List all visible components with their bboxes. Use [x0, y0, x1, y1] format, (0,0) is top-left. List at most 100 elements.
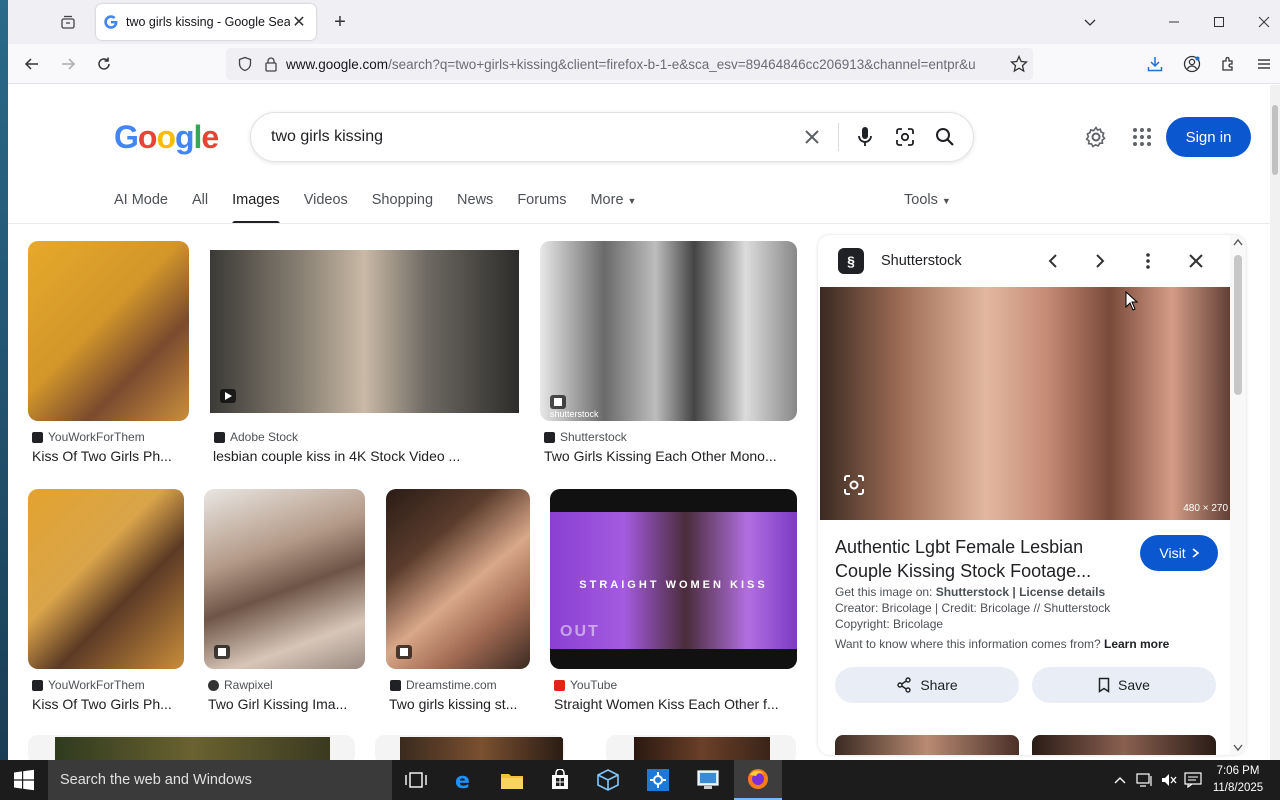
close-panel-icon[interactable]: [1184, 249, 1208, 273]
page-scrollbar[interactable]: [1270, 85, 1280, 760]
result-caption[interactable]: Two Girls Kissing Each Other Mono...: [544, 448, 794, 464]
image-result-thumb[interactable]: STRAIGHT WOMEN KISS OUT: [550, 489, 797, 669]
tabs-divider: [8, 223, 1270, 224]
panel-site-name[interactable]: Shutterstock: [881, 253, 962, 269]
result-source[interactable]: YouWorkForThem: [32, 430, 145, 444]
remote-desktop-icon[interactable]: [684, 760, 732, 800]
firefox-taskbar-icon[interactable]: [734, 760, 782, 800]
tab-shopping[interactable]: Shopping: [372, 192, 433, 224]
image-result-thumb[interactable]: [210, 250, 519, 413]
lens-camera-icon[interactable]: [885, 117, 925, 157]
volume-muted-icon[interactable]: [1158, 760, 1180, 800]
shield-icon[interactable]: [234, 56, 256, 72]
panel-scrollbar[interactable]: [1230, 235, 1246, 755]
close-window-icon[interactable]: [1244, 8, 1280, 36]
settings-app-icon[interactable]: [634, 760, 682, 800]
previous-image-icon[interactable]: [1041, 249, 1065, 273]
taskbar-search-box[interactable]: Search the web and Windows: [48, 760, 392, 800]
menu-hamburger-icon[interactable]: [1252, 52, 1276, 76]
edge-browser-icon[interactable]: e: [440, 760, 488, 800]
result-source[interactable]: YouTube: [554, 678, 617, 692]
action-center-icon[interactable]: [1182, 760, 1204, 800]
tab-more[interactable]: More ▼: [590, 192, 636, 224]
search-box[interactable]: two girls kissing: [250, 112, 974, 162]
back-icon[interactable]: [20, 52, 44, 76]
network-icon[interactable]: [1134, 760, 1156, 800]
windows-start-icon[interactable]: [0, 760, 48, 800]
search-input[interactable]: two girls kissing: [271, 128, 792, 146]
result-source[interactable]: Adobe Stock: [214, 430, 298, 444]
tools-button[interactable]: Tools ▼: [904, 192, 951, 208]
tab-google-search[interactable]: two girls kissing - Google Search ✕: [96, 4, 316, 40]
tab-list-icon[interactable]: [56, 10, 80, 34]
clear-search-icon[interactable]: [792, 117, 832, 157]
system-clock[interactable]: 7:06 PM 11/8/2025: [1208, 763, 1268, 797]
tab-videos[interactable]: Videos: [304, 192, 348, 224]
related-image-thumb[interactable]: [1032, 735, 1216, 755]
tab-images[interactable]: Images: [232, 192, 280, 224]
show-hidden-icons-icon[interactable]: [1110, 760, 1130, 800]
image-result-thumb[interactable]: [375, 735, 565, 760]
next-image-icon[interactable]: [1088, 249, 1112, 273]
image-result-thumb[interactable]: shutterstock: [540, 241, 797, 421]
google-apps-icon[interactable]: [1128, 123, 1156, 151]
reload-icon[interactable]: [92, 52, 116, 76]
share-button[interactable]: Share: [835, 667, 1019, 703]
image-result-thumb[interactable]: [204, 489, 365, 669]
tab-close-icon[interactable]: ✕: [290, 12, 308, 32]
thumb-overlay-text-2: OUT: [560, 623, 600, 640]
microphone-icon[interactable]: [845, 117, 885, 157]
license-details-link[interactable]: Shutterstock | License details: [936, 585, 1105, 599]
file-explorer-icon[interactable]: [488, 760, 536, 800]
result-source[interactable]: Rawpixel: [208, 678, 273, 692]
result-source[interactable]: YouWorkForThem: [32, 678, 145, 692]
list-all-tabs-icon[interactable]: [1070, 8, 1110, 36]
result-caption[interactable]: Kiss Of Two Girls Ph...: [32, 696, 187, 712]
image-result-thumb[interactable]: [28, 241, 189, 421]
bookmark-star-icon[interactable]: [1005, 55, 1033, 73]
tab-news[interactable]: News: [457, 192, 493, 224]
image-result-thumb[interactable]: [28, 489, 184, 669]
save-button[interactable]: Save: [1032, 667, 1216, 703]
result-caption[interactable]: Two Girl Kissing Ima...: [208, 696, 363, 712]
result-caption[interactable]: lesbian couple kiss in 4K Stock Video ..…: [213, 448, 513, 464]
result-source[interactable]: Dreamstime.com: [390, 678, 497, 692]
result-source[interactable]: Shutterstock: [544, 430, 627, 444]
maximize-icon[interactable]: [1199, 8, 1239, 36]
search-icon[interactable]: [925, 117, 965, 157]
clock-time: 7:06 PM: [1216, 765, 1260, 777]
google-logo[interactable]: Google: [114, 119, 219, 156]
lens-search-icon[interactable]: [842, 473, 866, 497]
related-image-thumb[interactable]: [835, 735, 1019, 755]
shutterstock-favicon-icon: [544, 431, 555, 443]
account-icon[interactable]: [1180, 52, 1204, 76]
more-options-icon[interactable]: [1136, 249, 1160, 273]
image-result-thumb[interactable]: [606, 735, 796, 760]
forward-icon[interactable]: [56, 52, 80, 76]
store-icon[interactable]: [536, 760, 584, 800]
new-tab-icon[interactable]: +: [328, 10, 352, 34]
learn-more-link[interactable]: Learn more: [1104, 637, 1169, 651]
tab-ai-mode[interactable]: AI Mode: [114, 192, 168, 224]
lock-icon[interactable]: [260, 56, 282, 72]
image-result-thumb[interactable]: [28, 735, 355, 760]
sign-in-button[interactable]: Sign in: [1166, 117, 1251, 157]
image-result-thumb[interactable]: [386, 489, 530, 669]
settings-gear-icon[interactable]: [1082, 123, 1110, 151]
video-play-icon: [220, 389, 236, 403]
tab-forums[interactable]: Forums: [517, 192, 566, 224]
result-caption[interactable]: Two girls kissing st...: [389, 696, 529, 712]
result-caption[interactable]: Straight Women Kiss Each Other f...: [554, 696, 794, 712]
clock-date: 11/8/2025: [1212, 782, 1264, 794]
result-caption[interactable]: Kiss Of Two Girls Ph...: [32, 448, 192, 464]
task-view-icon[interactable]: [392, 760, 440, 800]
visit-button[interactable]: Visit: [1140, 535, 1218, 571]
preview-image[interactable]: 480 × 270: [820, 287, 1234, 520]
3d-box-icon[interactable]: [584, 760, 632, 800]
panel-image-title[interactable]: Authentic Lgbt Female Lesbian Couple Kis…: [835, 535, 1115, 583]
minimize-icon[interactable]: [1154, 8, 1194, 36]
downloads-icon[interactable]: [1143, 52, 1167, 76]
address-bar[interactable]: www.google.com/search?q=two+girls+kissin…: [226, 48, 1033, 80]
extensions-icon[interactable]: [1216, 52, 1240, 76]
tab-all[interactable]: All: [192, 192, 208, 224]
